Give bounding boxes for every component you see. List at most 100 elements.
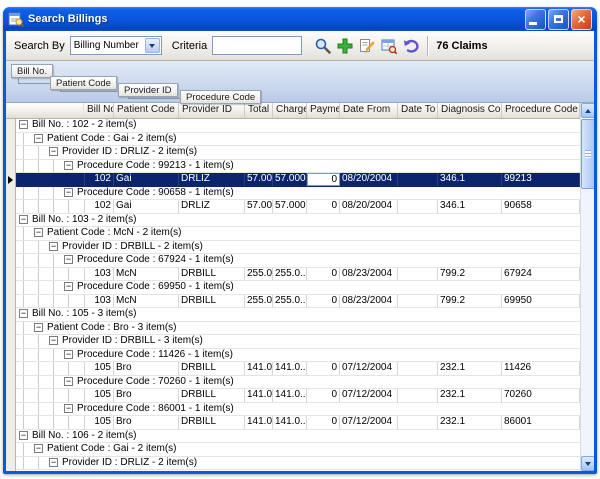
group-row[interactable]: −Procedure Code : 99213 - 1 item(s): [16, 160, 580, 174]
table-row[interactable]: 105BroDRBILL141.0...141.0...007/12/20042…: [16, 362, 580, 376]
table-row[interactable]: 105BroDRBILL141.0...141.0...007/12/20042…: [16, 389, 580, 403]
row-indent: [16, 416, 84, 429]
group-label: Bill No. : 105 - 3 item(s): [32, 308, 136, 321]
collapse-toggle[interactable]: −: [64, 255, 73, 264]
group-label: Provider ID : DRBILL - 3 item(s): [62, 335, 203, 348]
combo-dropdown-button[interactable]: [145, 38, 160, 53]
edit-icon[interactable]: [356, 35, 378, 57]
maximize-button[interactable]: [548, 9, 569, 30]
minimize-button[interactable]: [525, 9, 546, 30]
group-row[interactable]: −Provider ID : DRLIZ - 2 item(s): [16, 457, 580, 471]
collapse-toggle[interactable]: −: [64, 282, 73, 291]
toolbar: Search By Billing Number Criteria: [6, 31, 594, 61]
collapse-toggle[interactable]: −: [64, 188, 73, 197]
group-row[interactable]: −Patient Code : Gai - 2 item(s): [16, 133, 580, 147]
group-tab-patient-code[interactable]: Patient Code: [50, 76, 117, 90]
column-header[interactable]: Patient Code: [114, 103, 179, 118]
grid-cell: 105: [84, 362, 114, 375]
grid-cell: 90658: [502, 200, 580, 213]
search-by-select[interactable]: Billing Number: [70, 36, 162, 55]
grid-cell: 0: [307, 200, 340, 213]
group-row[interactable]: −Procedure Code : 90658 - 1 item(s): [16, 187, 580, 201]
column-header[interactable]: Payme...: [307, 103, 340, 118]
criteria-input[interactable]: [212, 36, 302, 55]
group-tab-bill-no[interactable]: Bill No.: [11, 64, 53, 78]
collapse-toggle[interactable]: −: [19, 215, 28, 224]
collapse-toggle[interactable]: −: [64, 161, 73, 170]
column-header[interactable]: Bill No.: [84, 103, 114, 118]
column-header[interactable]: Date To: [398, 103, 438, 118]
collapse-toggle[interactable]: −: [19, 120, 28, 129]
table-row[interactable]: 103McNDRBILL255.0...255.0...008/23/20047…: [16, 268, 580, 282]
group-row[interactable]: −Bill No. : 103 - 2 item(s): [16, 214, 580, 228]
collapse-toggle[interactable]: −: [64, 350, 73, 359]
titlebar[interactable]: Search Billings ×: [3, 7, 597, 31]
grid-cell: 105: [84, 416, 114, 429]
group-row[interactable]: −Provider ID : DRBILL - 3 item(s): [16, 335, 580, 349]
scroll-down-button[interactable]: [581, 456, 594, 471]
group-row[interactable]: −Procedure Code : 86001 - 1 item(s): [16, 403, 580, 417]
grid-cell: 69950: [502, 295, 580, 308]
group-row[interactable]: −Procedure Code : 67924 - 1 item(s): [16, 254, 580, 268]
table-row[interactable]: 102GaiDRLIZ57.00...57.0000008/20/2004346…: [16, 173, 580, 187]
column-header[interactable]: Diagnosis Code: [438, 103, 502, 118]
group-row[interactable]: −Provider ID : DRBILL - 2 item(s): [16, 241, 580, 255]
column-header[interactable]: Total: [245, 103, 273, 118]
collapse-toggle[interactable]: −: [64, 377, 73, 386]
window-title: Search Billings: [28, 13, 525, 25]
column-header[interactable]: Charges: [273, 103, 307, 118]
group-label: Provider ID : DRLIZ - 2 item(s): [62, 457, 197, 470]
grid-cell: 232.1: [438, 416, 502, 429]
search-icon[interactable]: [312, 35, 334, 57]
group-row[interactable]: −Procedure Code : 70260 - 1 item(s): [16, 376, 580, 390]
column-header[interactable]: Date From: [340, 103, 398, 118]
group-row[interactable]: −Patient Code : Gai - 2 item(s): [16, 443, 580, 457]
collapse-toggle[interactable]: −: [34, 323, 43, 332]
collapse-toggle[interactable]: −: [34, 134, 43, 143]
grid-body: −Bill No. : 102 - 2 item(s)−Patient Code…: [16, 119, 580, 471]
undo-icon[interactable]: [400, 35, 422, 57]
collapse-toggle[interactable]: −: [34, 228, 43, 237]
collapse-toggle[interactable]: −: [49, 147, 58, 156]
column-header[interactable]: Procedure Code: [502, 103, 580, 118]
scroll-up-button[interactable]: [581, 103, 594, 118]
group-label: Procedure Code : 67924 - 1 item(s): [77, 254, 234, 267]
group-row[interactable]: −Bill No. : 102 - 2 item(s): [16, 119, 580, 133]
group-by-panel[interactable]: Bill No. Patient Code Provider ID Proced…: [6, 61, 594, 103]
grid-cell: DRBILL: [179, 268, 245, 281]
table-row[interactable]: 102GaiDRLIZ57.00...57.0000008/20/2004346…: [16, 200, 580, 214]
column-header[interactable]: Provider ID: [179, 103, 245, 118]
group-row[interactable]: −Procedure Code : 11426 - 1 item(s): [16, 349, 580, 363]
group-row[interactable]: −Patient Code : Bro - 3 item(s): [16, 322, 580, 336]
vertical-scrollbar[interactable]: [580, 103, 594, 471]
group-indent: [16, 160, 64, 173]
table-row[interactable]: 103McNDRBILL255.0...255.0...008/23/20047…: [16, 295, 580, 309]
group-indent: [16, 349, 64, 362]
collapse-toggle[interactable]: −: [49, 242, 58, 251]
group-row[interactable]: −Procedure Code : 69950 - 1 item(s): [16, 281, 580, 295]
grid-cell: 07/12/2004: [340, 389, 398, 402]
row-indent: [16, 200, 84, 213]
add-icon[interactable]: [334, 35, 356, 57]
collapse-toggle[interactable]: −: [34, 444, 43, 453]
close-button[interactable]: ×: [571, 9, 592, 30]
header-indent: [16, 103, 84, 118]
group-row[interactable]: −Provider ID : DRLIZ - 2 item(s): [16, 146, 580, 160]
group-row[interactable]: −Bill No. : 105 - 3 item(s): [16, 308, 580, 322]
payment-editor-cell[interactable]: 0: [307, 173, 340, 186]
table-row[interactable]: 105BroDRBILL141.0...141.0...007/12/20042…: [16, 416, 580, 430]
group-tab-procedure-code[interactable]: Procedure Code: [180, 90, 261, 104]
collapse-toggle[interactable]: −: [19, 431, 28, 440]
collapse-toggle[interactable]: −: [49, 458, 58, 467]
collapse-toggle[interactable]: −: [64, 404, 73, 413]
scrollbar-thumb[interactable]: [581, 119, 594, 189]
group-row[interactable]: −Bill No. : 106 - 2 item(s): [16, 430, 580, 444]
grid-cell: 08/23/2004: [340, 295, 398, 308]
collapse-toggle[interactable]: −: [19, 309, 28, 318]
group-tab-provider-id[interactable]: Provider ID: [118, 83, 178, 97]
grid-cell: 799.2: [438, 268, 502, 281]
group-indent: [16, 227, 34, 240]
collapse-toggle[interactable]: −: [49, 336, 58, 345]
view-claims-icon[interactable]: [378, 35, 400, 57]
group-row[interactable]: −Patient Code : McN - 2 item(s): [16, 227, 580, 241]
